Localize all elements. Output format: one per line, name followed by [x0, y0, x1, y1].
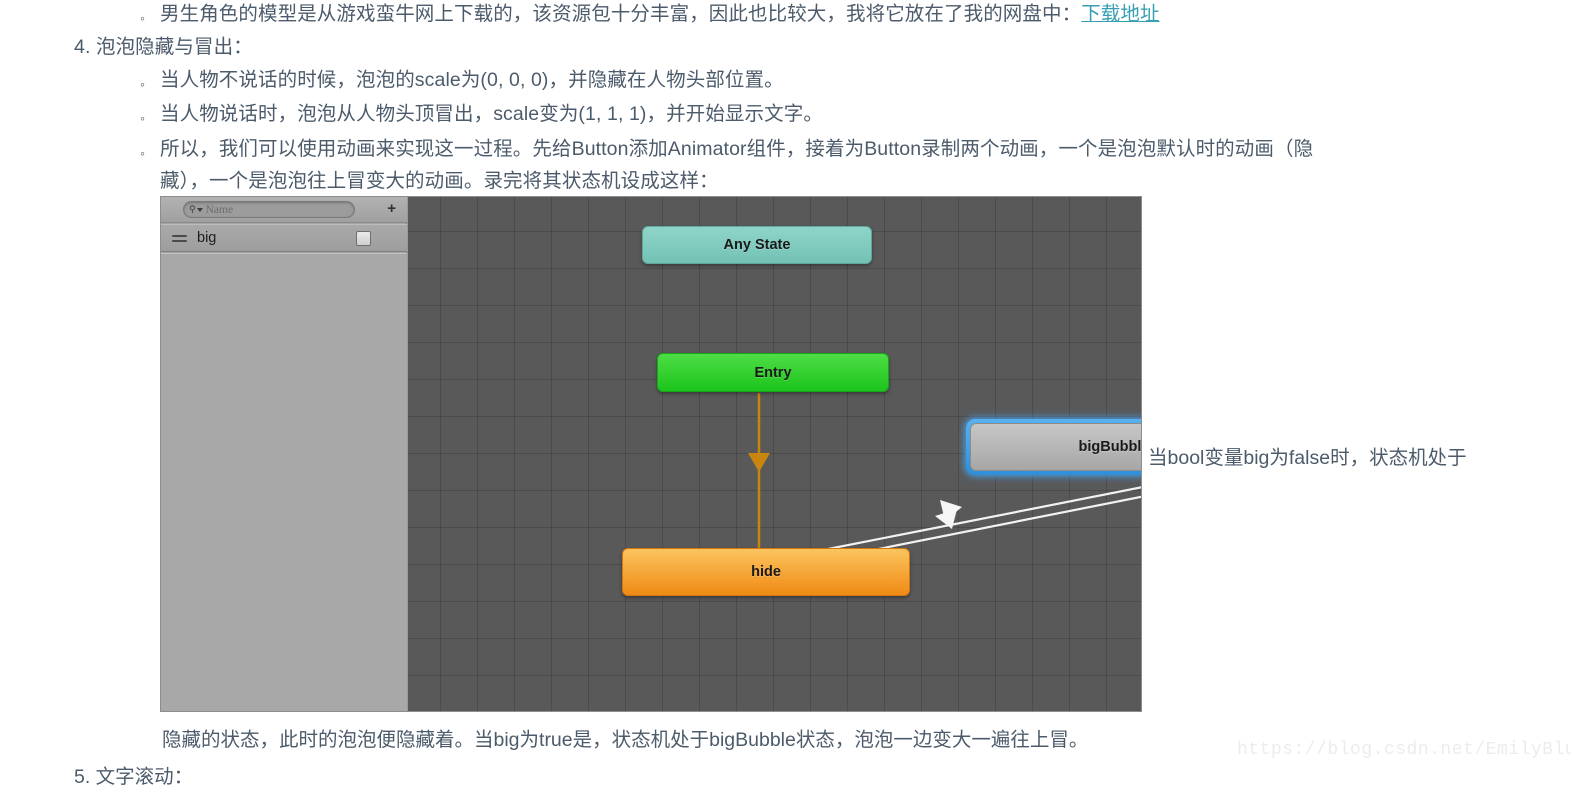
state-node-bigbubble-label: bigBubble	[1078, 439, 1141, 455]
parameter-bool-checkbox[interactable]	[356, 231, 371, 246]
state-node-entry[interactable]: Entry	[657, 353, 889, 392]
bullet-marker: ◦	[140, 76, 145, 92]
parameter-search-placeholder: Name	[205, 203, 234, 216]
add-parameter-button[interactable]: +	[387, 201, 396, 217]
parameter-search-input[interactable]: ⚲ Name	[183, 201, 355, 218]
sub-bullet-3: 所以，我们可以使用动画来实现这一过程。先给Button添加Animator组件，…	[160, 138, 1314, 160]
parameter-row-big[interactable]: big	[161, 224, 407, 252]
state-node-any-state-label: Any State	[723, 237, 791, 253]
download-link[interactable]: 下载地址	[1081, 3, 1159, 25]
state-node-bigbubble[interactable]: bigBubble	[970, 423, 1141, 471]
paragraph-model-download-text: 男生角色的模型是从游戏蛮牛网上下载的，该资源包十分丰富，因此也比较大，我将它放在…	[160, 3, 1082, 25]
list-item-4: 4. 泡泡隐藏与冒出：	[74, 36, 253, 58]
search-icon: ⚲	[189, 204, 196, 214]
state-machine-graph: Any State Entry bigBubble hide	[408, 197, 1141, 711]
sub-bullet-3-continued: 藏），一个是泡泡往上冒变大的动画。录完将其状态机设成这样：	[160, 170, 719, 192]
paragraph-model-download: 男生角色的模型是从游戏蛮牛网上下载的，该资源包十分丰富，因此也比较大，我将它放在…	[160, 2, 1160, 26]
csdn-watermark: https://blog.csdn.net/EmilyBluse	[1237, 740, 1571, 760]
parameter-name-label: big	[197, 230, 217, 246]
animator-window: ⚲ Name + big Any State Entry bigBubbl hi…	[160, 196, 1142, 712]
drag-handle-icon[interactable]	[172, 234, 187, 242]
bullet-marker: ◦	[140, 110, 145, 126]
sub-bullet-1: 当人物不说话的时候，泡泡的scale为(0, 0, 0)，并隐藏在人物头部位置。	[160, 69, 784, 91]
animator-state-machine-canvas[interactable]: Any State Entry bigBubble hide	[408, 197, 1141, 711]
state-node-any-state[interactable]: Any State	[642, 226, 872, 264]
bullet-marker: ◦	[140, 145, 145, 161]
bullet-marker: ◦	[140, 10, 145, 26]
state-node-entry-label: Entry	[754, 364, 792, 381]
state-node-hide[interactable]: hide	[622, 548, 910, 596]
parameters-list-empty-area	[161, 253, 407, 711]
chevron-down-icon[interactable]	[196, 208, 203, 212]
animator-parameters-pane: ⚲ Name + big	[161, 197, 407, 711]
parameters-toolbar: ⚲ Name +	[161, 197, 407, 223]
transition-arrow-entry-to-hide	[748, 453, 770, 472]
annotation-right-of-animator: 当bool变量big为false时，状态机处于	[1148, 447, 1467, 469]
annotation-below-animator: 隐藏的状态，此时的泡泡便隐藏着。当big为true是，状态机处于bigBubbl…	[162, 729, 1089, 751]
sub-bullet-2: 当人物说话时，泡泡从人物头顶冒出，scale变为(1, 1, 1)，并开始显示文…	[160, 103, 823, 125]
state-node-hide-label: hide	[751, 564, 781, 580]
